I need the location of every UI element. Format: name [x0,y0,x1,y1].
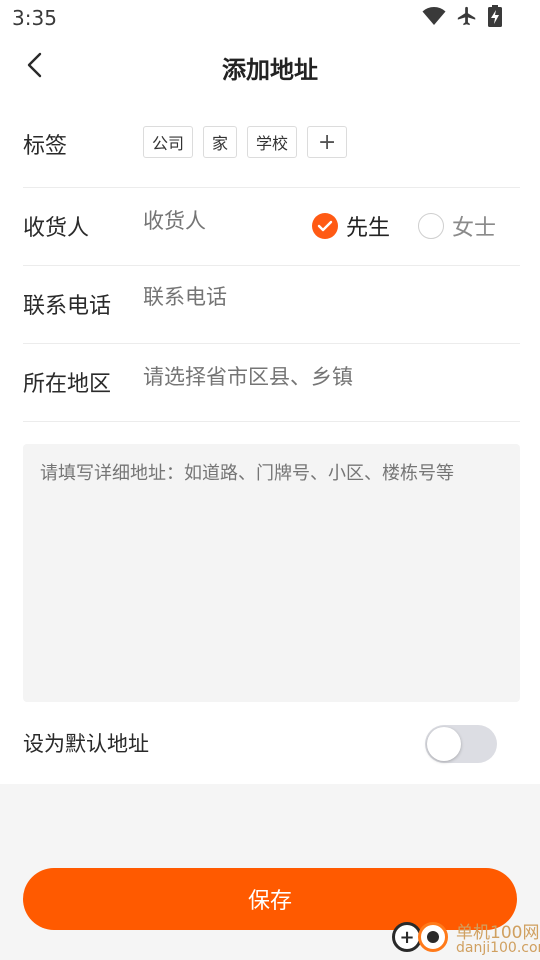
wifi-icon [422,6,446,26]
dot-circle-icon [418,922,448,952]
region-selector[interactable] [143,366,443,390]
phone-label: 联系电话 [23,294,112,319]
add-address-screen: 3:35 添加地址 标签 公司 家 学校 + 收货人 收货人 先生 女士 联系电… [0,0,540,960]
receiver-label: 收货人 [23,216,90,241]
region-label: 所在地区 [23,372,112,397]
tags-label: 标签 [23,134,68,159]
gender-male-option[interactable]: 先生 [312,210,390,242]
battery-charging-icon [488,5,502,27]
watermark-domain: danji100.com [456,940,540,956]
watermark-logo: + [392,922,448,952]
page-title: 添加地址 [222,56,318,84]
phone-row: 联系电话 [23,266,520,344]
add-tag-button[interactable]: + [307,126,348,158]
gender-male-label: 先生 [346,216,391,241]
status-time: 3:35 [12,6,57,30]
detail-address-textarea[interactable] [23,444,520,702]
radio-unchecked-icon [418,213,444,239]
toggle-knob [427,727,461,761]
status-bar: 3:35 [0,0,540,36]
receiver-row: 收货人 先生 女士 [23,188,520,266]
tag-home[interactable]: 家 [203,126,238,158]
default-address-toggle[interactable] [425,725,497,763]
gender-female-option[interactable]: 女士 [418,210,496,242]
tag-list: 公司 家 学校 + [143,126,348,158]
tag-company[interactable]: 公司 [143,126,194,158]
tags-row: 标签 公司 家 学校 + [23,108,520,188]
status-icons [422,5,502,27]
watermark: + 单机100网 danji100.com [392,916,540,960]
gender-female-label: 女士 [452,216,497,241]
phone-input[interactable] [143,286,443,310]
default-address-label: 设为默认地址 [23,732,149,756]
radio-checked-icon [312,213,338,239]
receiver-input[interactable] [143,210,303,234]
header: 添加地址 [0,36,540,98]
region-row[interactable]: 所在地区 [23,344,520,422]
airplane-icon [456,5,478,27]
default-address-row: 设为默认地址 [23,704,520,784]
tag-school[interactable]: 学校 [247,126,298,158]
